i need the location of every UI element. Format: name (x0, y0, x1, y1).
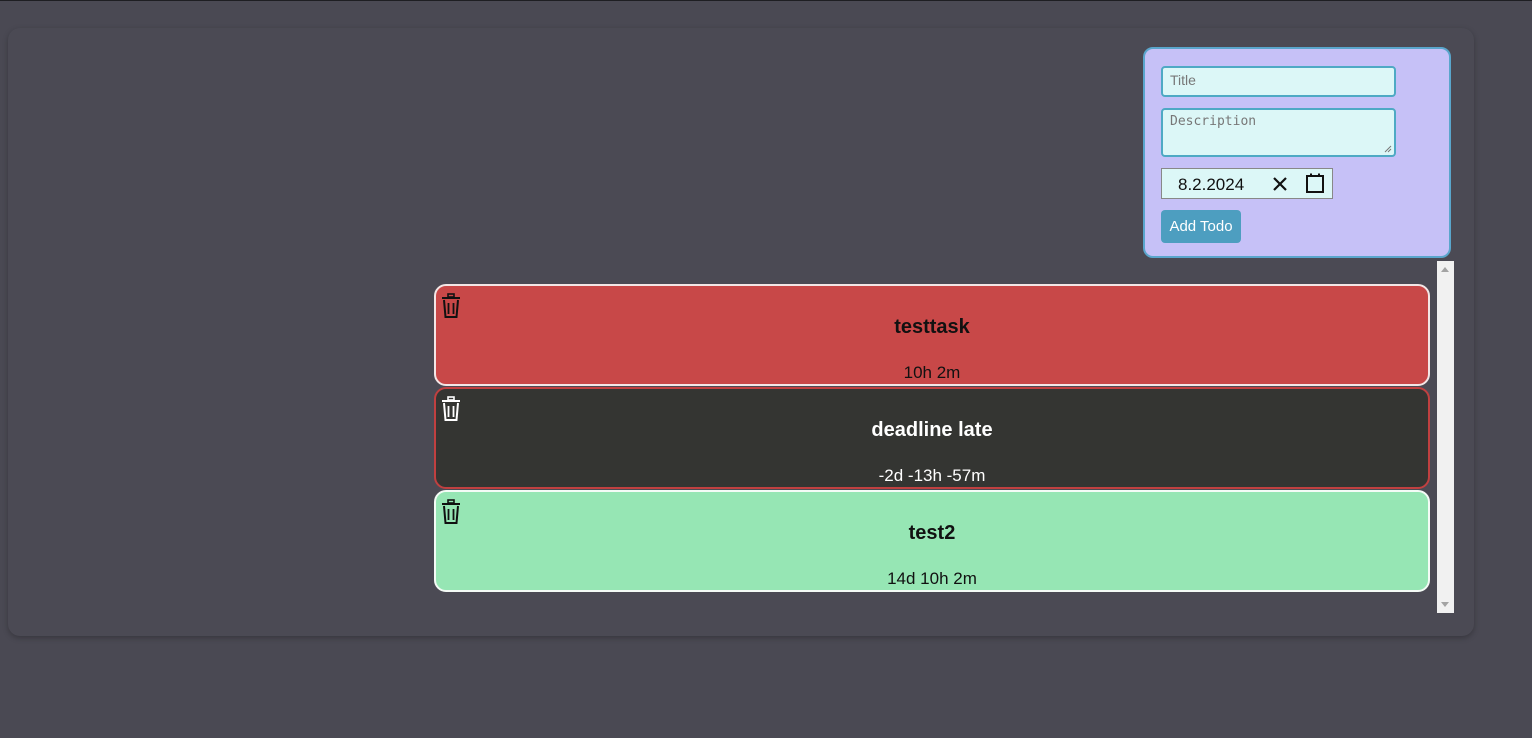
todo-title: test2 (908, 522, 956, 544)
scroll-down-arrow-icon[interactable] (1441, 602, 1449, 607)
todo-time-left: -2d -13h -57m (878, 466, 986, 485)
todo-title: testtask (894, 316, 970, 338)
todo-time-left: 14d 10h 2m (887, 569, 977, 588)
todo-time-left: 10h 2m (903, 363, 961, 382)
todo-card[interactable]: testtask 10h 2m (434, 284, 1430, 386)
calendar-icon[interactable] (1304, 172, 1326, 194)
description-placeholder: Description (1170, 114, 1257, 129)
todo-list[interactable]: testtask 10h 2m deadline late -2d -13h -… (433, 261, 1454, 613)
date-value: 8.2.2024 (1178, 175, 1245, 194)
add-todo-button[interactable]: Add Todo (1161, 210, 1241, 243)
deadline-date-picker[interactable]: 8.2.2024 (1161, 168, 1333, 199)
window-top-border (0, 0, 1532, 1)
todo-card[interactable]: deadline late -2d -13h -57m (434, 387, 1430, 489)
scroll-up-arrow-icon[interactable] (1441, 267, 1449, 272)
scrollbar[interactable] (1437, 261, 1454, 613)
todo-title: deadline late (871, 419, 993, 441)
todo-card[interactable]: test2 14d 10h 2m (434, 490, 1430, 592)
title-input[interactable]: Title (1161, 66, 1396, 97)
add-todo-form: Title Description 8.2.2024 Add Todo (1143, 47, 1451, 258)
close-icon[interactable] (1270, 174, 1290, 194)
description-textarea[interactable]: Description (1161, 108, 1396, 157)
resize-handle-icon[interactable] (1384, 145, 1392, 153)
